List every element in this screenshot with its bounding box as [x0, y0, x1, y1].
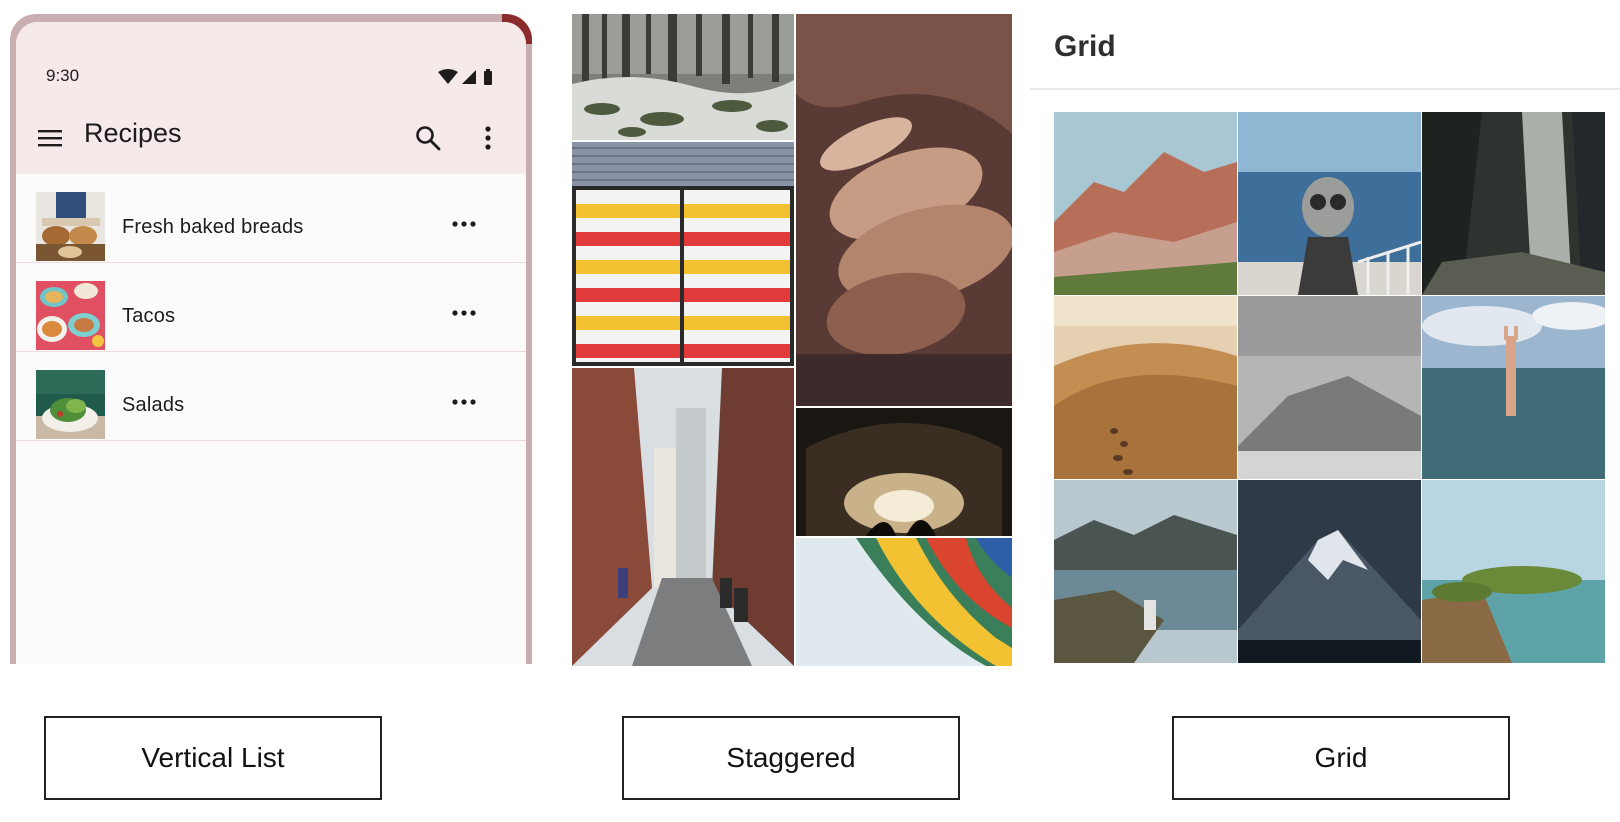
status-icons — [438, 69, 492, 85]
staggered-grid — [572, 14, 1012, 666]
app-title: Recipes — [84, 118, 182, 148]
hamburger-menu-icon[interactable] — [38, 128, 62, 148]
grid-cell-lake-overlook[interactable] — [1054, 480, 1237, 663]
staggered-tile-hot-air-balloon[interactable] — [796, 538, 1012, 666]
phone-frame: 9:30 Recipes Fresh baked breads Tacos Sa… — [10, 14, 532, 664]
more-vert-icon[interactable] — [482, 124, 494, 152]
more-horiz-icon[interactable] — [452, 398, 476, 406]
vertical-list-caption-button[interactable]: Vertical List — [44, 716, 382, 800]
phone-screen: 9:30 Recipes Fresh baked breads Tacos Sa… — [16, 22, 526, 664]
staggered-tile-concert-stage[interactable] — [796, 408, 1012, 536]
battery-icon — [484, 71, 492, 85]
staggered-tile-city-alley[interactable] — [572, 368, 794, 666]
list-item-label: Tacos — [122, 305, 176, 327]
staggered-caption-button[interactable]: Staggered — [622, 716, 960, 800]
grid-cell-desert-dunes[interactable] — [1054, 296, 1237, 479]
grid-cell-cave-light-beam[interactable] — [1422, 112, 1605, 295]
grid-cell-snowy-peak[interactable] — [1238, 480, 1421, 663]
more-horiz-icon[interactable] — [452, 309, 476, 317]
grid-cell-misty-mountain[interactable] — [1238, 296, 1421, 479]
grid-title: Grid — [1054, 30, 1116, 63]
more-horiz-icon[interactable] — [452, 220, 476, 228]
bread-photo — [36, 192, 105, 261]
staggered-tile-striped-wall[interactable] — [572, 142, 794, 366]
wifi-icon — [438, 69, 458, 84]
grid-header-divider — [1030, 88, 1620, 90]
grid-cell-lakeside-island[interactable] — [1422, 480, 1605, 663]
grid-cell-binocular-viewer[interactable] — [1238, 112, 1421, 295]
salad-photo — [36, 370, 105, 439]
photo-grid — [1054, 112, 1606, 672]
staggered-tile-snowy-forest[interactable] — [572, 14, 794, 140]
signal-icon — [462, 70, 476, 84]
grid-caption-button[interactable]: Grid — [1172, 716, 1510, 800]
tacos-photo — [36, 281, 105, 350]
search-icon[interactable] — [414, 124, 442, 152]
list-item[interactable]: Fresh baked breads — [16, 174, 526, 263]
grid-cell-red-rock-canyon[interactable] — [1054, 112, 1237, 295]
grid-cell-hand-in-sea[interactable] — [1422, 296, 1605, 479]
list-item[interactable]: Salads — [16, 352, 526, 441]
status-time: 9:30 — [46, 66, 80, 85]
top-app-bar — [16, 22, 526, 174]
list-item[interactable]: Tacos — [16, 263, 526, 352]
staggered-tile-hand-closeup[interactable] — [796, 14, 1012, 406]
list-item-label: Salads — [122, 394, 185, 416]
list-item-label: Fresh baked breads — [122, 216, 304, 238]
